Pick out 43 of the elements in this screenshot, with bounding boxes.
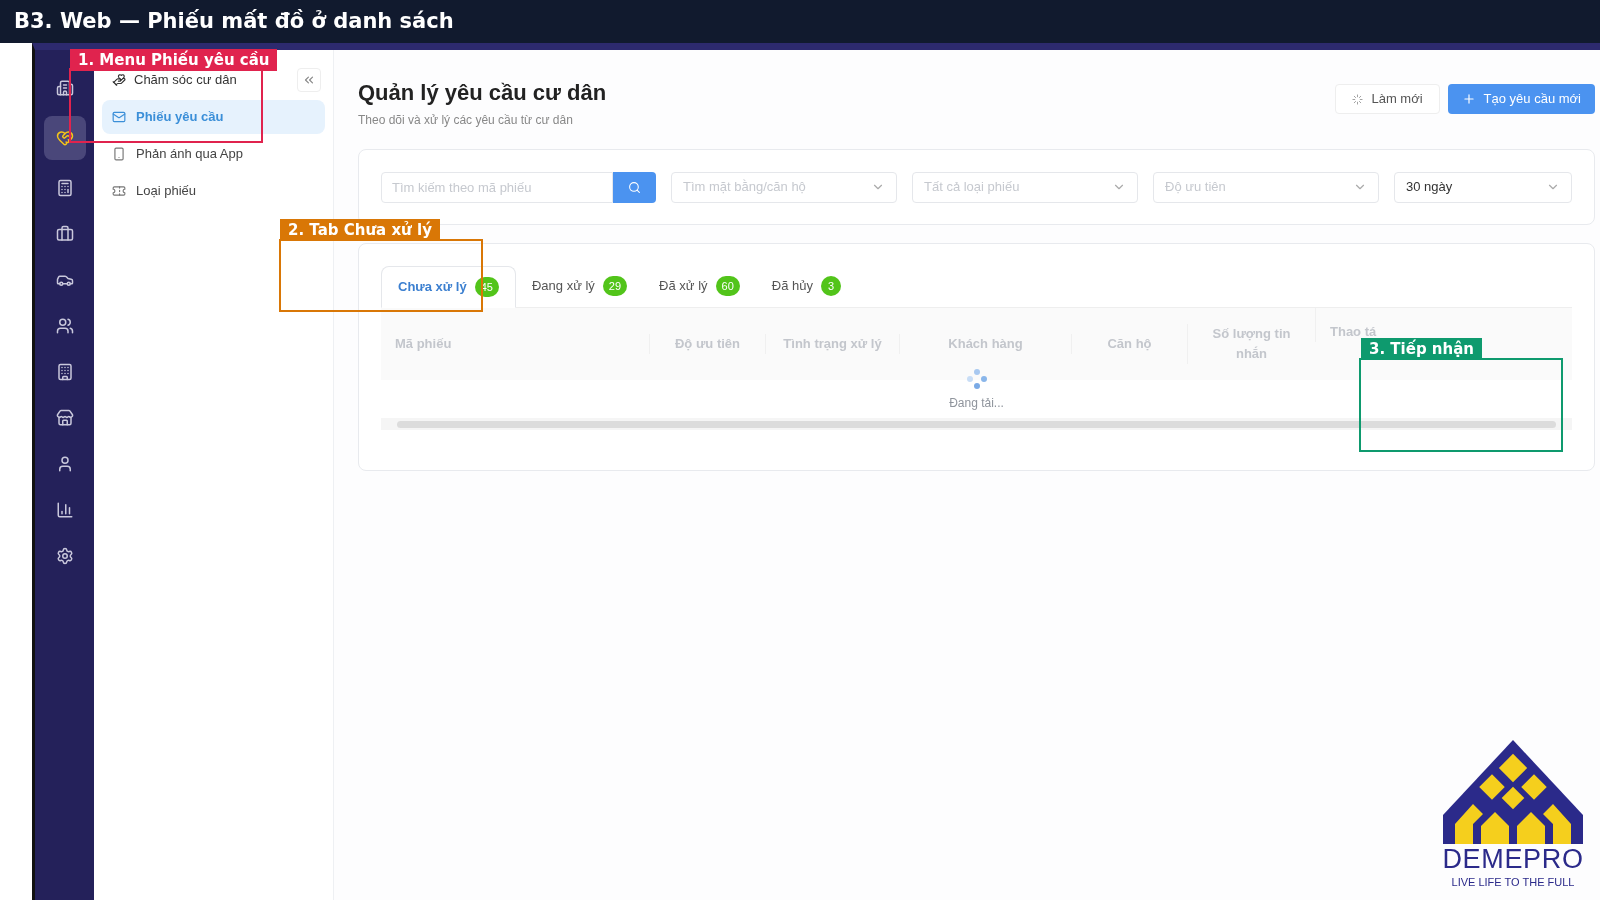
sidebar-item[interactable]: Loại phiếu — [102, 174, 325, 208]
search-button[interactable] — [613, 171, 656, 203]
collapse-button[interactable] — [297, 68, 321, 92]
users-icon — [55, 317, 74, 335]
count-badge: 29 — [602, 276, 628, 296]
annotation-label: 2. Tab Chưa xử lý — [280, 219, 440, 241]
loading-text: Đang tải... — [949, 395, 1004, 412]
tab[interactable]: Đang xử lý 29 — [515, 265, 644, 307]
search-field[interactable]: Tìm kiếm theo mã phiếu — [381, 171, 613, 203]
spinner-icon — [1352, 93, 1364, 105]
sidebar-item[interactable]: Phản ánh qua App — [102, 137, 325, 171]
banner-title: B3. Web — Phiếu mất đồ ở danh sách — [14, 7, 454, 35]
care-icon — [55, 129, 74, 147]
search-icon — [628, 180, 641, 194]
page-title: Quản lý yêu cầu cư dân — [358, 79, 607, 107]
logo-slogan: LIVE LIFE TO THE FULL — [1451, 875, 1575, 890]
annotation-label: 1. Menu Phiếu yêu cầu — [70, 49, 278, 71]
tab[interactable]: Đã xử lý 60 — [643, 265, 756, 307]
bar-chart-icon — [55, 501, 74, 519]
house-logo-icon — [1443, 740, 1583, 844]
count-badge: 3 — [821, 276, 841, 296]
phone-icon — [112, 147, 126, 161]
logo-name: DEMEPRO — [1442, 844, 1584, 874]
filter-dropdown[interactable]: 30 ngày — [1394, 171, 1572, 203]
ticket-icon — [112, 184, 126, 198]
tab[interactable]: Đã hủy 3 — [755, 265, 857, 307]
calculator-icon — [55, 179, 74, 197]
building-icon — [55, 79, 74, 97]
page-subtitle: Theo dõi và xử lý các yêu cầu từ cư dân — [358, 112, 574, 129]
buildings-icon — [55, 363, 74, 381]
refresh-button[interactable]: Làm mới — [1335, 84, 1440, 114]
mail-icon — [112, 110, 126, 124]
briefcase-icon — [55, 225, 74, 243]
plus-icon — [1461, 92, 1476, 106]
settings-icon — [55, 547, 74, 565]
loading-spinner-icon — [965, 368, 988, 390]
store-icon — [55, 409, 74, 427]
rail-button[interactable] — [43, 116, 86, 160]
section-title: Chăm sóc cư dân — [134, 71, 237, 90]
collapse-icon — [302, 73, 316, 87]
count-badge: 60 — [715, 276, 740, 296]
annotation-label: 3. Tiếp nhận — [1361, 338, 1483, 360]
care-icon — [112, 73, 126, 87]
